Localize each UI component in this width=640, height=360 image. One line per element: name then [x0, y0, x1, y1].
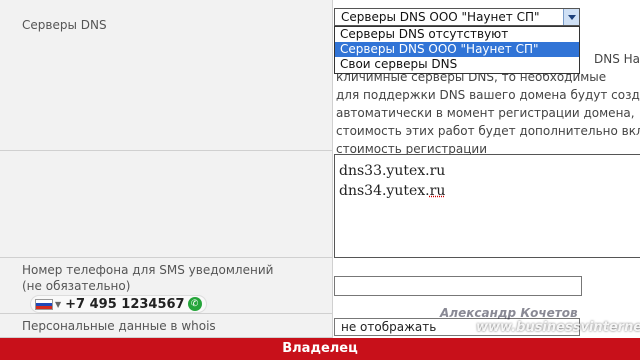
server-line-2-host: dns34.yutex.	[339, 183, 430, 199]
dns-label: Серверы DNS	[22, 18, 107, 32]
owner-section-header: Владелец	[0, 338, 640, 360]
note-line-3: для поддержки DNS вашего домена будут со…	[336, 88, 640, 102]
whois-select-value: не отображать	[341, 320, 437, 334]
server-line-1: dns33.yutex.ru	[339, 163, 446, 179]
dns-option-none[interactable]: Серверы DNS отсутствуют	[335, 27, 579, 42]
phone-optional-label: (не обязательно)	[22, 279, 131, 293]
dns-option-own[interactable]: Свои серверы DNS	[335, 57, 579, 72]
servers-left-cell	[0, 150, 333, 258]
server-line-2: dns34.yutex.ru	[339, 181, 640, 201]
dns-servers-row: dns33.yutex.ru dns34.yutex.ru	[0, 150, 640, 258]
dropdown-arrow-icon[interactable]	[563, 9, 579, 25]
note-left-cell	[0, 50, 333, 150]
dns-option-naunet[interactable]: Серверы DNS ООО "Наунет СП"	[335, 42, 579, 57]
phone-left-cell: Номер телефона для SMS уведомлений (не о…	[0, 258, 333, 314]
note-line-5: стоимость этих работ будет дополнительно…	[336, 124, 640, 138]
dns-dropdown-list: Серверы DNS отсутствуют Серверы DNS ООО …	[334, 26, 580, 74]
dns-label-cell: Серверы DNS	[0, 0, 333, 50]
whois-label: Персональные данные в whois	[22, 319, 216, 333]
phone-number-text: +7 495 1234567	[65, 296, 185, 312]
chevron-down-icon[interactable]: ▼	[55, 300, 61, 309]
whois-left-cell: Персональные данные в whois	[0, 314, 333, 338]
russia-flag-icon	[35, 298, 53, 310]
site-watermark: www.businessvinternet.ru	[476, 320, 640, 335]
whatsapp-icon: ✆	[187, 297, 202, 311]
server-line-2-tld: ru	[429, 183, 446, 199]
dns-servers-textarea[interactable]: dns33.yutex.ru dns34.yutex.ru	[334, 154, 640, 258]
note-line-4: автоматически в момент регистрации домен…	[336, 106, 635, 120]
dns-select[interactable]: Серверы DNS ООО "Наунет СП"	[334, 8, 580, 26]
author-watermark: Александр Кочетов	[440, 306, 578, 320]
phone-label: Номер телефона для SMS уведомлений	[22, 263, 274, 277]
phone-country-widget[interactable]: ▼ +7 495 1234567 ✆	[30, 295, 207, 313]
phone-input[interactable]	[334, 276, 582, 296]
dns-select-value: Серверы DNS ООО "Наунет СП"	[341, 10, 540, 24]
